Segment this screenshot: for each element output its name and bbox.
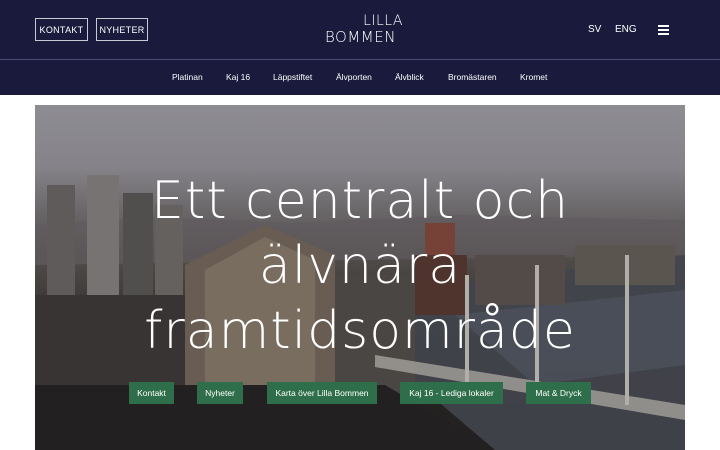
- hero-title-line-1: Ett centralt och: [150, 171, 570, 231]
- hero-kaj16-lediga-lokaler-button[interactable]: Kaj 16 - Lediga lokaler: [400, 382, 503, 404]
- nav-item-platinan[interactable]: Platinan: [172, 72, 203, 82]
- nyheter-button[interactable]: NYHETER: [96, 18, 148, 41]
- hero-karta-button[interactable]: Karta över Lilla Bommen: [267, 382, 377, 404]
- nav-item-kaj-16[interactable]: Kaj 16: [226, 72, 250, 82]
- language-eng[interactable]: ENG: [615, 24, 637, 35]
- logo-line-1: LILLA: [363, 13, 403, 29]
- hero-title-line-2: älvnära: [258, 236, 462, 296]
- menu-line: [658, 33, 669, 35]
- hero-title-line-3: framtidsområde: [144, 301, 576, 361]
- nav-item-alvblick[interactable]: Älvblick: [395, 72, 424, 82]
- site-header: KONTAKT NYHETER LILLA BOMMEN SV ENG Plat…: [0, 0, 720, 95]
- hamburger-icon[interactable]: [658, 25, 669, 35]
- nav-item-kromet[interactable]: Kromet: [520, 72, 547, 82]
- lilla-bommen-logo[interactable]: LILLA BOMMEN: [325, 14, 405, 46]
- hero-kontakt-button[interactable]: Kontakt: [129, 382, 174, 404]
- header-top-bar: KONTAKT NYHETER LILLA BOMMEN SV ENG: [0, 0, 720, 60]
- nav-item-bromastaren[interactable]: Bromästaren: [448, 72, 497, 82]
- hero-section: Ett centralt och älvnära framtidsområde …: [35, 105, 685, 450]
- logo-line-2: BOMMEN: [325, 28, 396, 46]
- hero-title: Ett centralt och älvnära framtidsområde: [35, 169, 685, 364]
- nav-item-lappstiftet[interactable]: Läppstiftet: [273, 72, 312, 82]
- language-sv[interactable]: SV: [588, 24, 601, 35]
- nav-item-alvporten[interactable]: Älvporten: [336, 72, 372, 82]
- menu-line: [658, 25, 669, 27]
- main-nav: Platinan Kaj 16 Läppstiftet Älvporten Äl…: [0, 60, 720, 95]
- hero-nyheter-button[interactable]: Nyheter: [197, 382, 243, 404]
- hero-mat-dryck-button[interactable]: Mat & Dryck: [526, 382, 591, 404]
- kontakt-button[interactable]: KONTAKT: [35, 18, 88, 41]
- menu-line: [658, 29, 669, 31]
